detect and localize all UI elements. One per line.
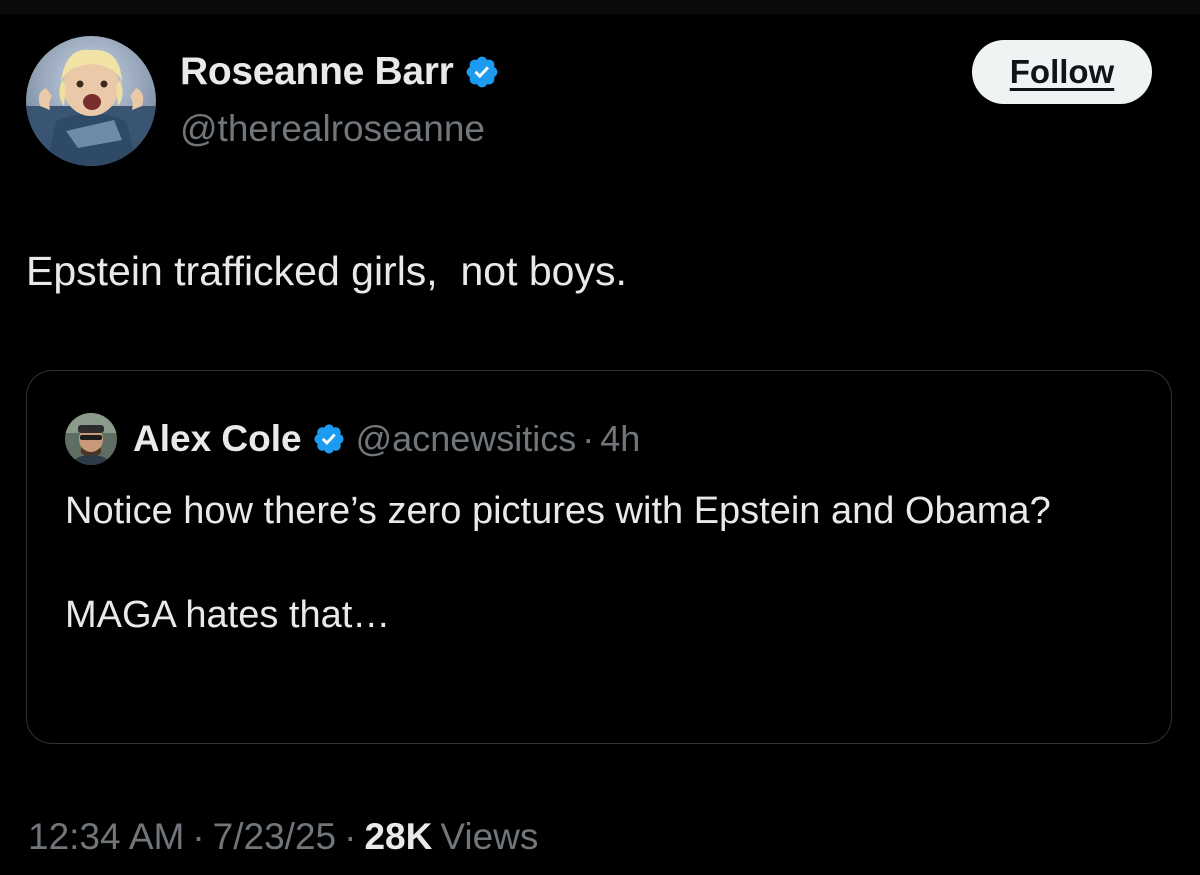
tweet-text: Epstein trafficked girls, not boys.	[26, 248, 627, 294]
quoted-tweet-card[interactable]: Alex Cole @acnewsitics · 4h Notice how t…	[26, 370, 1172, 744]
author-avatar[interactable]	[26, 36, 156, 166]
verified-badge-icon[interactable]	[312, 422, 346, 456]
quoted-tweet-paragraph: MAGA hates that…	[65, 594, 391, 636]
follow-button[interactable]: Follow	[972, 40, 1152, 104]
author-name-row[interactable]: Roseanne Barr	[180, 50, 500, 94]
tweet-meta: 12:34 AM · 7/23/25 · 28K Views	[28, 816, 538, 858]
quoted-author-avatar[interactable]	[65, 413, 117, 465]
quoted-tweet-paragraph: Notice how there’s zero pictures with Ep…	[65, 490, 1051, 532]
views-label: Views	[440, 816, 539, 857]
author-name[interactable]: Roseanne Barr	[180, 50, 454, 94]
quoted-author-name[interactable]: Alex Cole	[133, 418, 302, 460]
author-avatar-image	[26, 36, 156, 166]
views-count[interactable]: 28K	[364, 816, 432, 858]
quoted-meta-separator: ·	[582, 418, 595, 459]
quoted-tweet-header: Alex Cole @acnewsitics · 4h	[65, 413, 640, 465]
meta-separator: ·	[192, 816, 205, 857]
quoted-timestamp[interactable]: 4h	[600, 418, 640, 460]
tweet-time[interactable]: 12:34 AM	[28, 816, 184, 858]
top-edge-strip	[0, 0, 1200, 14]
author-handle[interactable]: @therealroseanne	[180, 108, 485, 150]
quoted-tweet-text: Notice how there’s zero pictures with Ep…	[65, 485, 1135, 641]
quoted-author-avatar-image	[65, 413, 117, 465]
quoted-author-handle[interactable]: @acnewsitics	[356, 418, 577, 460]
meta-separator: ·	[344, 816, 357, 857]
tweet-date[interactable]: 7/23/25	[213, 816, 336, 858]
verified-badge-icon[interactable]	[464, 54, 500, 90]
